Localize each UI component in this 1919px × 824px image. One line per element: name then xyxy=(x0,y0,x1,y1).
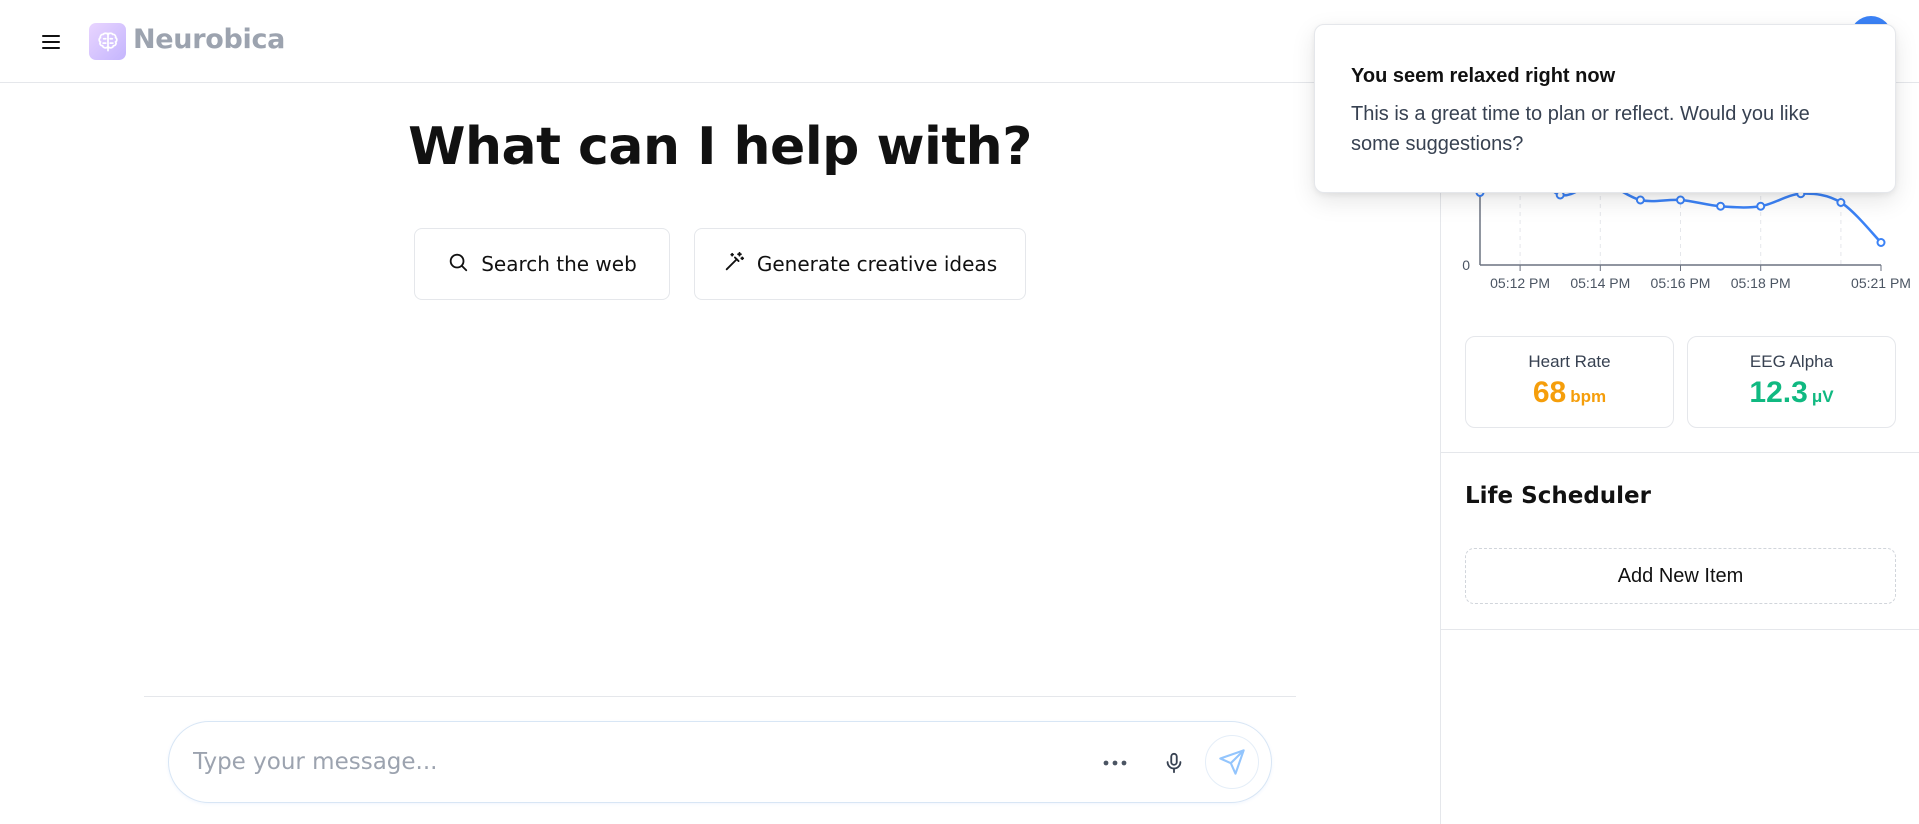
generate-ideas-button[interactable]: Generate creative ideas xyxy=(694,228,1026,300)
composer-divider xyxy=(144,696,1296,697)
message-input[interactable] xyxy=(193,740,993,784)
heart-rate-card: Heart Rate 68 bpm xyxy=(1465,336,1674,428)
microphone-icon[interactable] xyxy=(1157,746,1191,780)
toast-title: You seem relaxed right now xyxy=(1351,65,1616,87)
chart-point xyxy=(1756,201,1766,211)
eeg-alpha-card: EEG Alpha 12.3 μV xyxy=(1687,336,1896,428)
chart-x-tick-label: 05:18 PM xyxy=(1731,275,1791,291)
chart-point xyxy=(1716,201,1726,211)
brain-icon xyxy=(89,23,126,60)
send-icon[interactable] xyxy=(1205,735,1259,789)
eeg-alpha-label: EEG Alpha xyxy=(1749,352,1834,371)
scheduler-title: Life Scheduler xyxy=(1465,483,1651,509)
heart-rate-unit: bpm xyxy=(1570,387,1607,406)
eeg-alpha-value: 12.3 xyxy=(1749,376,1808,409)
chart-x-tick-label: 05:12 PM xyxy=(1490,275,1550,291)
hamburger-menu-icon[interactable] xyxy=(36,28,66,56)
chart-point xyxy=(1836,198,1846,207)
notification-toast[interactable]: You seem relaxed right now This is a gre… xyxy=(1314,24,1896,193)
heart-rate-value: 68 xyxy=(1532,376,1567,409)
chart-point xyxy=(1676,195,1685,205)
chart-x-tick-label: 05:16 PM xyxy=(1651,275,1711,291)
search-icon xyxy=(447,251,469,278)
chart-point xyxy=(1635,195,1645,205)
magic-wand-icon xyxy=(723,251,745,278)
add-new-item-button[interactable]: Add New Item xyxy=(1465,548,1896,604)
brand-name: Neurobica xyxy=(133,24,286,55)
chart-y-tick-label: 0 xyxy=(1462,257,1470,273)
section-divider xyxy=(1441,452,1919,453)
search-web-button[interactable]: Search the web xyxy=(414,228,670,300)
toast-message: This is a great time to plan or reflect.… xyxy=(1351,103,1810,155)
section-divider xyxy=(1441,629,1919,630)
message-composer xyxy=(168,721,1272,803)
search-web-label: Search the web xyxy=(481,252,637,276)
generate-ideas-label: Generate creative ideas xyxy=(756,252,998,276)
heart-rate-label: Heart Rate xyxy=(1528,352,1611,371)
page-title: What can I help with? xyxy=(408,117,1032,177)
more-dots-icon[interactable] xyxy=(1097,748,1133,778)
chart-x-tick-label: 05:21 PM xyxy=(1851,275,1911,291)
chart-point xyxy=(1876,238,1886,247)
eeg-alpha-unit: μV xyxy=(1811,387,1834,406)
chart-x-tick-label: 05:14 PM xyxy=(1570,275,1630,291)
